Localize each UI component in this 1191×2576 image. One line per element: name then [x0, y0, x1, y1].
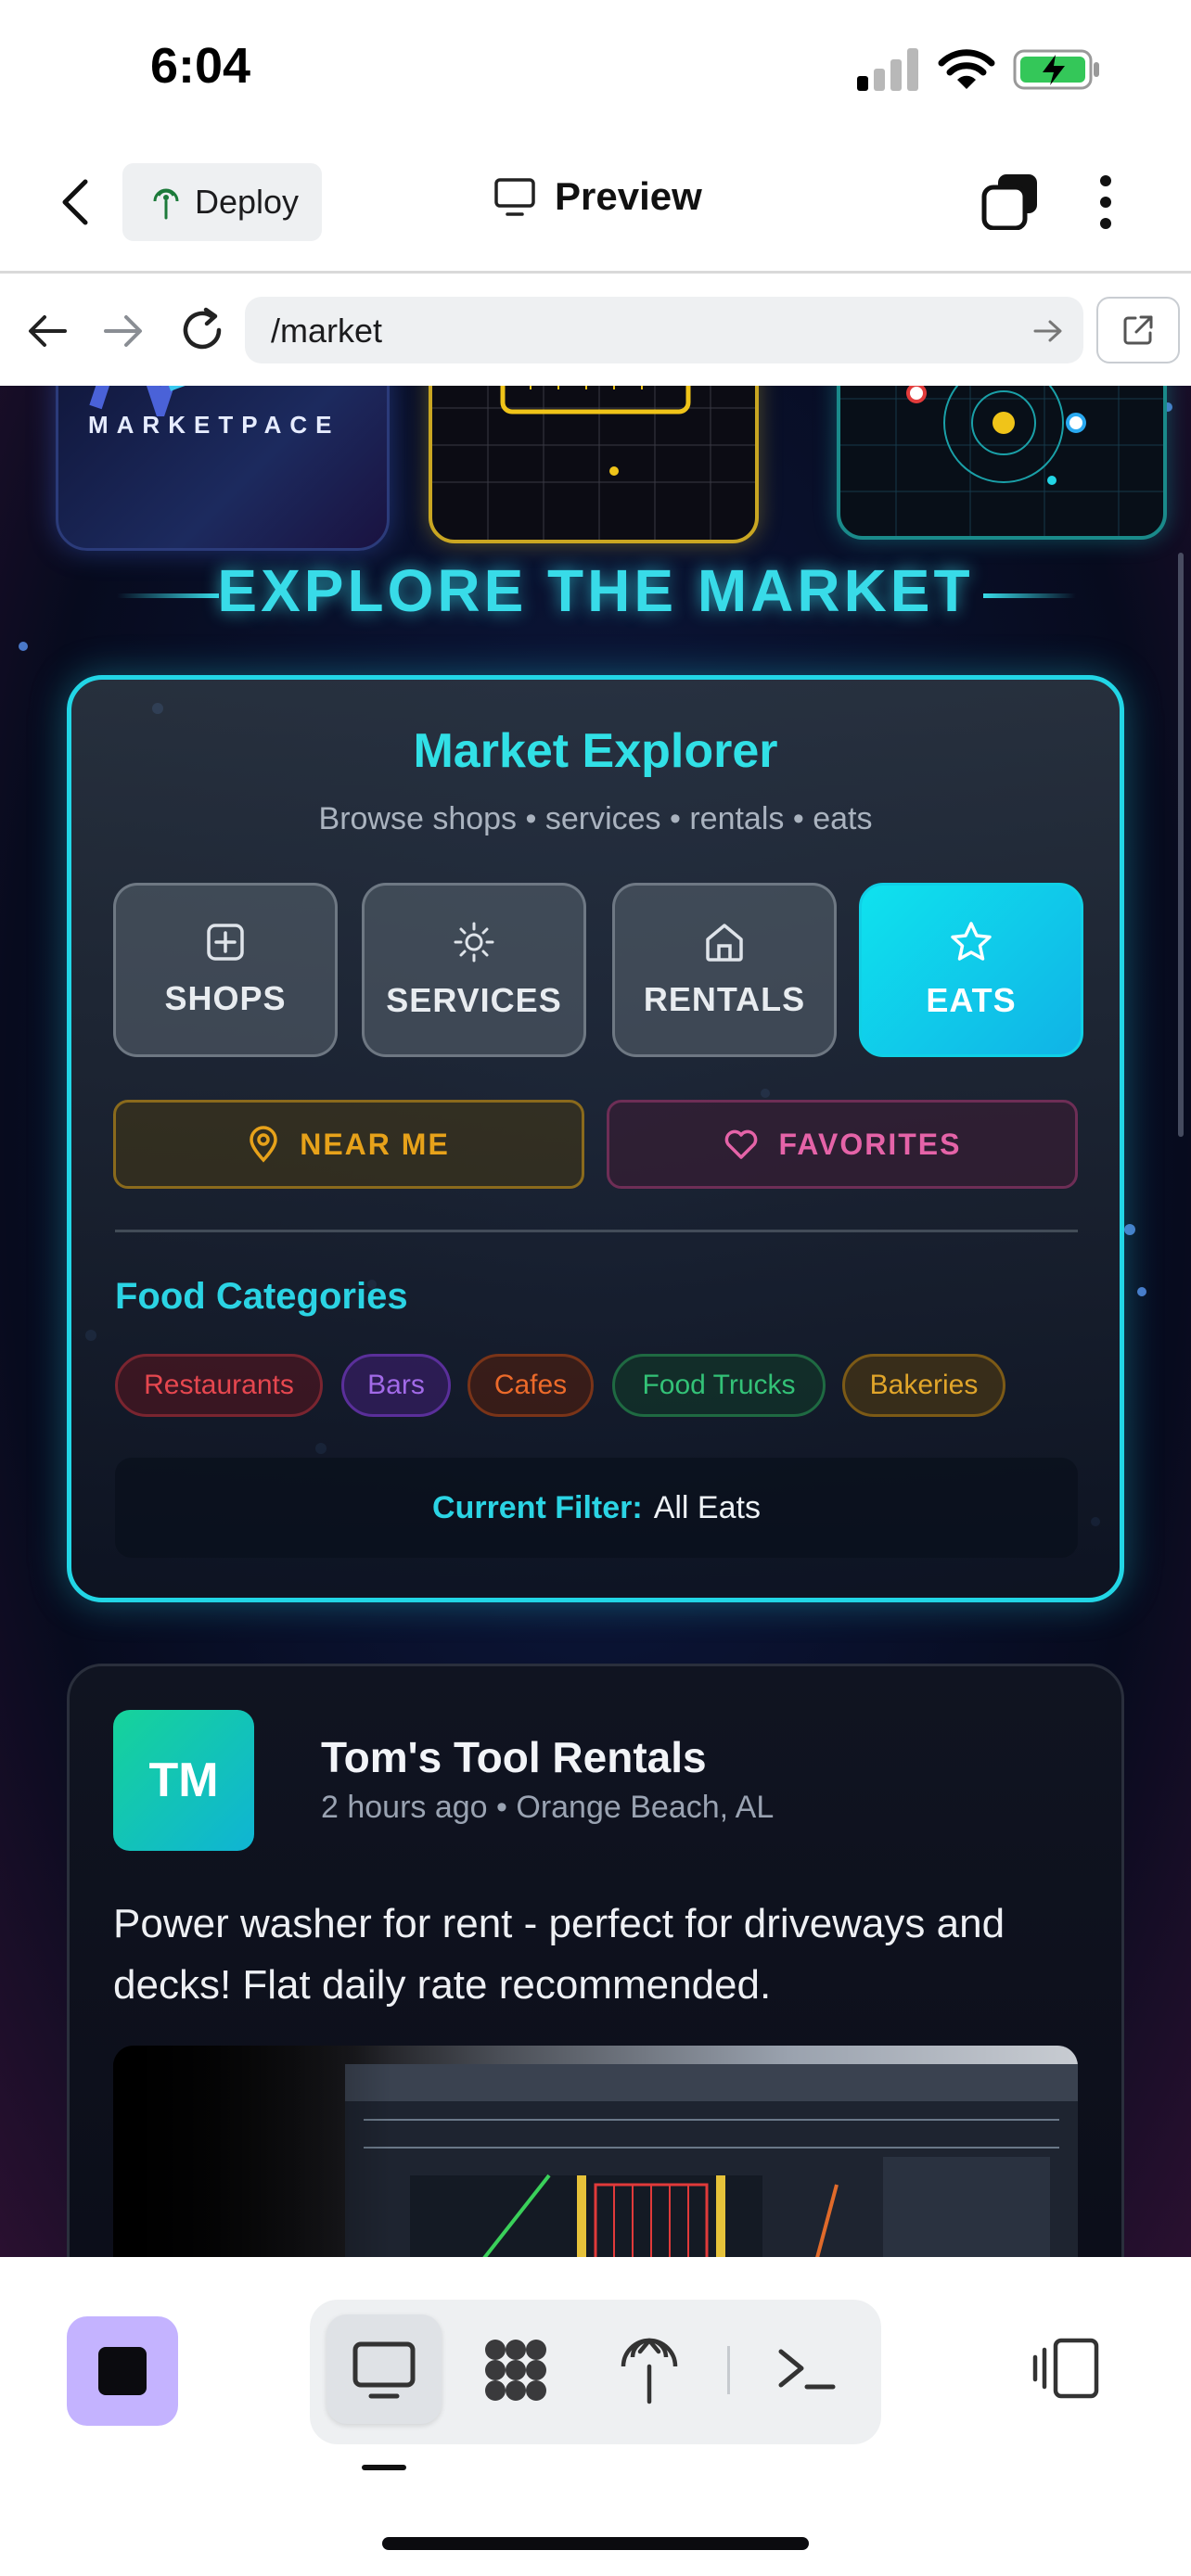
- particle: [1124, 1224, 1135, 1235]
- category-shops-label: SHOPS: [164, 979, 287, 1017]
- particle: [1137, 1287, 1146, 1296]
- category-eats-button[interactable]: EATS: [859, 883, 1083, 1057]
- chip-bakeries[interactable]: Bakeries: [842, 1354, 1005, 1417]
- marketpace-wordmark: MARKETPACE: [88, 411, 340, 439]
- cellular-signal-icon: [857, 48, 918, 91]
- post-author[interactable]: Tom's Tool Rentals: [321, 1732, 707, 1782]
- chip-bars[interactable]: Bars: [341, 1354, 451, 1417]
- category-services-button[interactable]: SERVICES: [362, 883, 586, 1057]
- favorites-button[interactable]: FAVORITES: [607, 1100, 1078, 1189]
- deploy-label: Deploy: [195, 183, 300, 221]
- back-icon[interactable]: [58, 176, 95, 228]
- star-icon: [951, 922, 992, 961]
- header-divider: [0, 271, 1191, 274]
- preview-label: Preview: [555, 174, 702, 218]
- filter-value: All Eats: [653, 1489, 761, 1525]
- post-image[interactable]: [113, 2046, 1078, 2257]
- section-title: EXPLORE THE MARKET: [217, 557, 974, 624]
- particle: [19, 642, 28, 651]
- preview-title: Preview: [493, 174, 702, 219]
- panel-divider: [115, 1230, 1078, 1232]
- external-link-icon: [1123, 315, 1153, 345]
- status-time: 6:04: [150, 38, 251, 94]
- apps-grid-icon[interactable]: [479, 2333, 553, 2407]
- category-services-label: SERVICES: [386, 981, 562, 1019]
- sun-icon: [454, 922, 494, 963]
- deploy-button[interactable]: Deploy: [122, 163, 322, 241]
- wifi-icon: [938, 49, 995, 89]
- panel-toggle-icon[interactable]: [1031, 2333, 1102, 2404]
- selected-tool-indicator: [362, 2465, 406, 2470]
- category-rentals-button[interactable]: RENTALS: [612, 883, 837, 1057]
- browser-back-icon[interactable]: [26, 312, 69, 351]
- category-eats-label: EATS: [926, 981, 1017, 1019]
- preview-monitor-icon[interactable]: [347, 2333, 421, 2407]
- more-options-icon[interactable]: [1099, 174, 1112, 230]
- filter-label: Current Filter:: [432, 1489, 643, 1525]
- chip-restaurants[interactable]: Restaurants: [115, 1354, 323, 1417]
- web-viewport[interactable]: MARKETPACE EXPLORE THE MARKET Market Exp…: [0, 386, 1191, 2257]
- avatar[interactable]: TM: [113, 1710, 254, 1851]
- explorer-title: Market Explorer: [413, 724, 778, 778]
- browser-forward-icon[interactable]: [102, 312, 145, 351]
- tool-separator: [727, 2346, 730, 2394]
- near-me-label: NEAR ME: [300, 1127, 450, 1161]
- chip-food-trucks[interactable]: Food Trucks: [612, 1354, 826, 1417]
- monitor-icon: [494, 178, 535, 216]
- category-shops-button[interactable]: SHOPS: [113, 883, 338, 1057]
- plus-square-icon: [207, 924, 244, 961]
- post-meta: 2 hours ago • Orange Beach, AL: [321, 1790, 775, 1825]
- near-me-button[interactable]: NEAR ME: [113, 1100, 584, 1189]
- explorer-subtitle: Browse shops • services • rentals • eats: [318, 801, 873, 836]
- reload-icon[interactable]: [178, 306, 226, 354]
- favorites-label: FAVORITES: [778, 1127, 962, 1161]
- home-icon: [706, 924, 743, 962]
- stop-button[interactable]: [67, 2316, 178, 2426]
- food-categories-title: Food Categories: [115, 1276, 408, 1317]
- terminal-icon[interactable]: [770, 2333, 844, 2407]
- radar-graphic-card[interactable]: [837, 386, 1167, 540]
- current-filter-bar: Current Filter: All Eats: [115, 1458, 1078, 1558]
- cad-screen-photo: [113, 2046, 1078, 2257]
- heart-icon: [724, 1129, 757, 1159]
- url-text[interactable]: /market: [271, 312, 382, 351]
- post-body: Power washer for rent - perfect for driv…: [113, 1901, 1005, 2008]
- go-arrow-icon[interactable]: [1031, 317, 1065, 345]
- grid-graphic-card[interactable]: [429, 386, 759, 543]
- open-external-button[interactable]: [1096, 297, 1180, 363]
- category-rentals-label: RENTALS: [643, 980, 806, 1018]
- chip-cafes[interactable]: Cafes: [467, 1354, 594, 1417]
- grid-screen-graphic: [432, 386, 755, 540]
- battery-charging-icon: [1013, 49, 1099, 90]
- tabs-icon[interactable]: [981, 172, 1039, 230]
- deploy-icon: [153, 188, 179, 220]
- title-decor-right: [983, 593, 1076, 598]
- home-indicator: [382, 2537, 809, 2550]
- stop-icon: [98, 2347, 147, 2395]
- map-pin-icon: [250, 1126, 277, 1163]
- radar-graphic: [840, 386, 1163, 536]
- page-scrollbar[interactable]: [1178, 553, 1184, 1137]
- deployments-icon[interactable]: [612, 2333, 686, 2407]
- marketpace-logo-card[interactable]: MARKETPACE: [56, 386, 390, 551]
